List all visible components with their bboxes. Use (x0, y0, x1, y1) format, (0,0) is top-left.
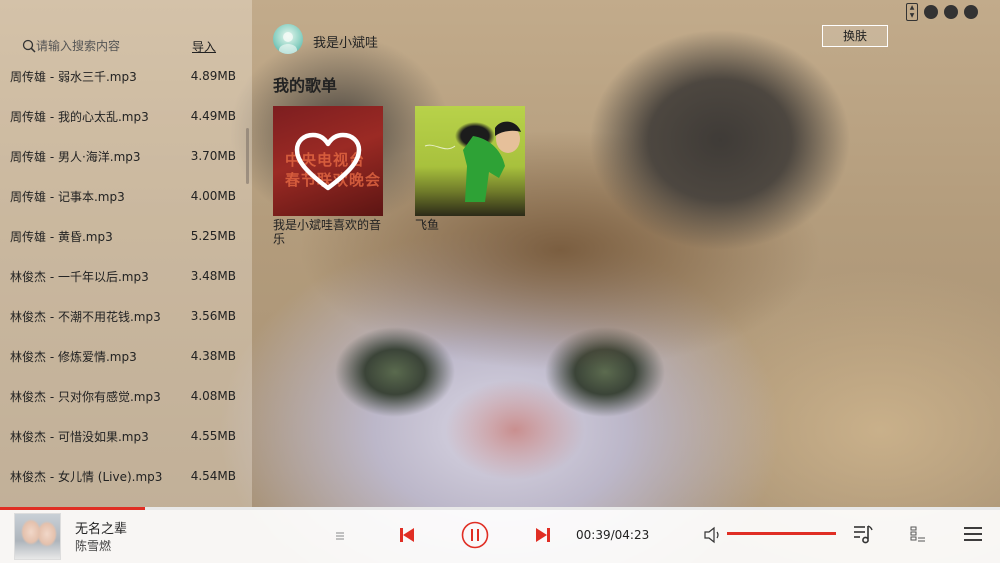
volume-slider-fill (727, 532, 836, 535)
song-list-item[interactable]: 林俊杰 - 修炼爱情.mp3 4.38MB (0, 336, 244, 376)
song-name: 周传雄 - 男人·海洋.mp3 (10, 149, 141, 164)
song-name: 林俊杰 - 修炼爱情.mp3 (10, 349, 137, 364)
song-list-item[interactable]: 林俊杰 - 可惜没如果.mp3 4.55MB (0, 416, 244, 456)
now-playing-title: 无名之辈 (75, 522, 128, 537)
next-icon[interactable] (534, 526, 552, 544)
song-size: 5.25MB (190, 229, 236, 243)
song-list-item[interactable]: 林俊杰 - 不潮不用花钱.mp3 3.56MB (0, 296, 244, 336)
search-input[interactable] (36, 37, 166, 55)
song-name: 周传雄 - 我的心太乱.mp3 (10, 109, 149, 124)
pause-icon[interactable] (461, 521, 489, 549)
song-list-item[interactable]: 林俊杰 - 女儿情 (Live).mp3 4.54MB (0, 456, 244, 496)
song-list: 周传雄 - 弱水三千.mp3 4.89MB 周传雄 - 我的心太乱.mp3 4.… (0, 56, 244, 496)
user-name[interactable]: 我是小斌哇 (313, 32, 378, 51)
song-name: 林俊杰 - 可惜没如果.mp3 (10, 429, 149, 444)
song-size: 3.70MB (190, 149, 236, 163)
song-name: 林俊杰 - 只对你有感觉.mp3 (10, 389, 161, 404)
song-list-item[interactable]: 周传雄 - 我的心太乱.mp3 4.49MB (0, 96, 244, 136)
change-skin-button[interactable]: 换肤 (822, 25, 888, 47)
song-name: 周传雄 - 弱水三千.mp3 (10, 69, 137, 84)
song-size: 4.38MB (190, 349, 236, 363)
song-size: 4.54MB (190, 469, 236, 483)
search-icon[interactable] (22, 39, 36, 53)
song-list-item[interactable]: 周传雄 - 黄昏.mp3 5.25MB (0, 216, 244, 256)
song-list-item[interactable]: 林俊杰 - 一千年以后.mp3 3.48MB (0, 256, 244, 296)
close-button[interactable] (964, 5, 978, 19)
song-name: 周传雄 - 记事本.mp3 (10, 189, 125, 204)
volume-icon[interactable] (703, 526, 723, 544)
now-playing-cover[interactable] (14, 513, 61, 560)
song-size: 4.08MB (190, 389, 236, 403)
window-controls: ▲ ▼ (906, 3, 978, 21)
playlist-cover: 中央电视台 春节联欢晚会 (273, 106, 383, 216)
heart-icon (294, 132, 362, 191)
song-size: 4.49MB (190, 109, 236, 123)
minimize-button[interactable] (944, 5, 958, 19)
playlist-card-feiyu[interactable]: 飞鱼 (415, 106, 525, 232)
song-size: 4.55MB (190, 429, 236, 443)
song-name: 周传雄 - 黄昏.mp3 (10, 229, 113, 244)
playlists-section-title: 我的歌单 (273, 76, 338, 95)
song-name: 林俊杰 - 不潮不用花钱.mp3 (10, 309, 161, 324)
song-list-scrollbar[interactable] (246, 128, 249, 184)
song-size: 4.00MB (190, 189, 236, 203)
playlist-cover (415, 106, 525, 216)
song-name: 林俊杰 - 一千年以后.mp3 (10, 269, 149, 284)
now-playing-artist: 陈雪燃 (75, 539, 112, 553)
mini-mode-icon[interactable]: ▲ ▼ (906, 3, 918, 21)
song-size: 4.89MB (190, 69, 236, 83)
song-list-item[interactable]: 周传雄 - 弱水三千.mp3 4.89MB (0, 56, 244, 96)
play-mode-icon[interactable] (333, 529, 347, 543)
import-button[interactable]: 导入 (192, 38, 216, 55)
volume-slider[interactable] (727, 532, 836, 535)
settings-dot-button[interactable] (924, 5, 938, 19)
cover-artwork (424, 121, 521, 202)
queue-icon[interactable] (909, 525, 927, 543)
search-bar: 导入 (22, 37, 232, 55)
previous-icon[interactable] (398, 526, 416, 544)
player-bar: 无名之辈 陈雪燃 00:39/04:23 (0, 510, 1000, 563)
song-name: 林俊杰 - 女儿情 (Live).mp3 (10, 469, 163, 484)
song-list-item[interactable]: 周传雄 - 记事本.mp3 4.00MB (0, 176, 244, 216)
lyrics-icon[interactable] (852, 523, 874, 545)
user-avatar[interactable] (273, 24, 303, 54)
avatar-image (279, 32, 297, 54)
playlist-title: 我是小斌哇喜欢的音乐 (273, 218, 382, 246)
playback-time: 00:39/04:23 (576, 528, 650, 542)
song-size: 3.48MB (190, 269, 236, 283)
local-music-sidebar: 导入 周传雄 - 弱水三千.mp3 4.89MB 周传雄 - 我的心太乱.mp3… (0, 0, 252, 507)
song-list-item[interactable]: 周传雄 - 男人·海洋.mp3 3.70MB (0, 136, 244, 176)
playlist-title: 飞鱼 (415, 218, 440, 232)
playlist-card-favorites[interactable]: 中央电视台 春节联欢晚会 我是小斌哇喜欢的音乐 (273, 106, 383, 246)
song-list-item[interactable]: 林俊杰 - 只对你有感觉.mp3 4.08MB (0, 376, 244, 416)
song-size: 3.56MB (190, 309, 236, 323)
menu-icon[interactable] (963, 525, 983, 543)
